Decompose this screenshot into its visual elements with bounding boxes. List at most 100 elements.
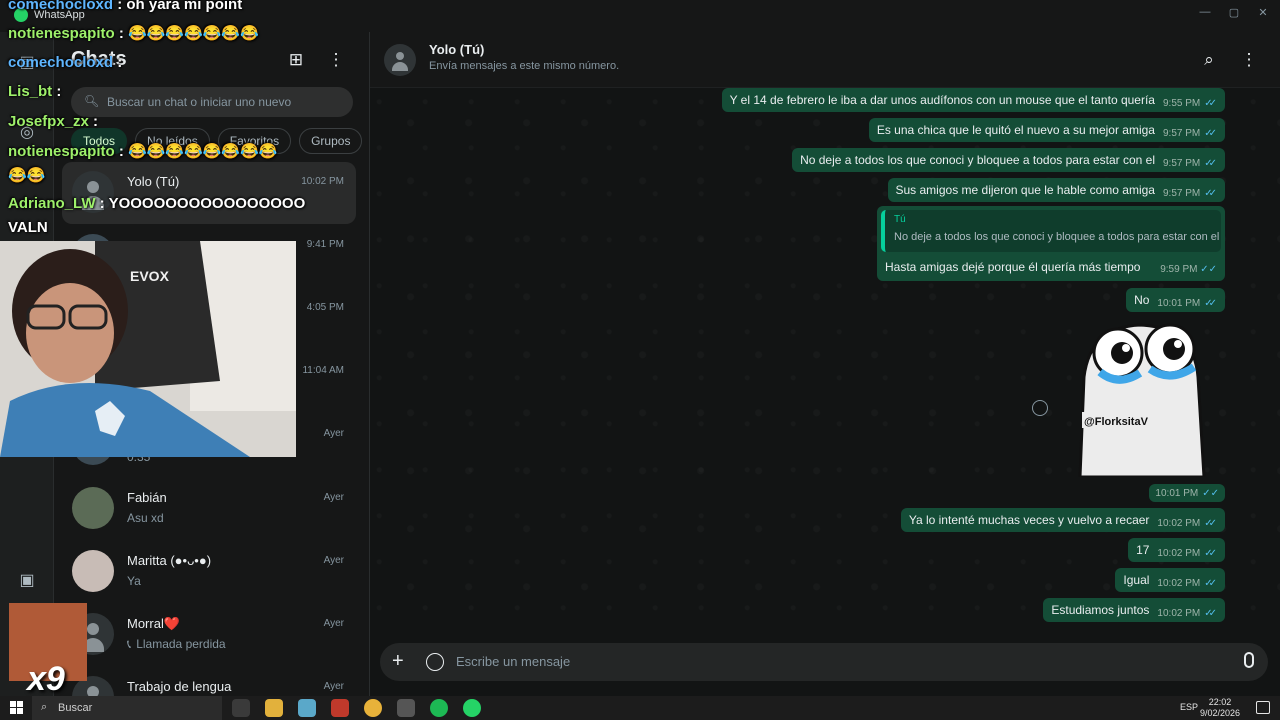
stream-chat-line: notienespapito : 😂😂😂😂😂😂😂 xyxy=(8,24,259,42)
webcam-overlay: EVOX xyxy=(0,241,296,457)
app-icon[interactable] xyxy=(298,699,316,717)
message-bubble[interactable]: Y el 14 de febrero le iba a dar unos aud… xyxy=(721,88,1225,112)
message-bubble[interactable]: Estudiamos juntos 10:02 PM ✓✓ xyxy=(1043,598,1225,622)
message-text: No deje a todos los que conoci y bloquee… xyxy=(800,153,1155,167)
whatsapp-icon[interactable] xyxy=(463,699,481,717)
clock[interactable]: 22:02 9/02/2026 xyxy=(1200,697,1240,719)
react-emoji-icon[interactable] xyxy=(1032,400,1048,416)
read-ticks-icon: ✓✓ xyxy=(1204,607,1217,619)
message-time: 9:57 PM xyxy=(1162,127,1201,139)
conversation-header[interactable]: Yolo (Tú) Envía mensajes a este mismo nú… xyxy=(370,32,1280,88)
chrome-icon[interactable] xyxy=(364,699,382,717)
notifications-icon[interactable] xyxy=(1256,701,1270,714)
message-time: 10:02 PM xyxy=(1157,517,1201,529)
filter-groups[interactable]: Grupos xyxy=(299,128,363,154)
read-ticks-icon: ✓✓ xyxy=(1204,297,1217,309)
message-bubble[interactable]: Sus amigos me dijeron que le hable como … xyxy=(887,178,1225,202)
sticker-picker-icon[interactable] xyxy=(426,653,444,671)
message-text: 17 xyxy=(1136,543,1150,557)
file-explorer-icon[interactable] xyxy=(265,699,283,717)
message-text: Es una chica que le quitó el nuevo a su … xyxy=(876,123,1155,137)
menu-icon[interactable]: ⋮ xyxy=(324,48,348,72)
microphone-icon[interactable] xyxy=(1244,652,1254,668)
stream-chat-line: 😂😂 xyxy=(8,166,45,184)
attach-plus-icon[interactable]: + xyxy=(392,651,404,671)
chat-username: notienespapito xyxy=(8,25,115,42)
missed-call-icon: 📞︎ xyxy=(127,637,132,651)
read-ticks-icon: ✓✓ xyxy=(1204,157,1217,169)
avatar xyxy=(72,487,114,529)
message-bubble[interactable]: No 10:01 PM ✓✓ xyxy=(1126,288,1225,312)
new-chat-icon[interactable]: ⊞ xyxy=(284,48,308,72)
stream-chat-line: Lis_bt : xyxy=(8,83,61,100)
language-indicator[interactable]: ESP xyxy=(1180,702,1198,712)
sticker-time: 10:01 PM ✓✓ xyxy=(1149,484,1225,502)
taskbar-search-label: Buscar xyxy=(58,702,93,714)
chat-time: Ayer xyxy=(323,681,344,692)
chat-row-yolo[interactable]: Yolo (Tú) 10:02 PM xyxy=(62,162,356,224)
chat-name: Morral❤️ xyxy=(127,616,181,631)
chat-last-message: Asu xd xyxy=(127,511,164,525)
message-time: 10:02 PM xyxy=(1157,577,1201,589)
windows-start-icon[interactable] xyxy=(10,701,23,714)
message-input[interactable]: Escribe un mensaje xyxy=(456,654,570,669)
media-icon[interactable]: ▣ xyxy=(15,568,39,592)
read-ticks-icon: ✓✓ xyxy=(1200,264,1217,275)
chat-text: : xyxy=(113,54,123,71)
chat-text: : xyxy=(52,83,62,100)
message-bubble[interactable]: Es una chica que le quitó el nuevo a su … xyxy=(868,118,1225,142)
app-window: WhatsApp — ▢ ✕ ▤ ◎ ▣ Chats ⊞ ⋮ 🔍︎ Buscar… xyxy=(0,0,1280,720)
read-ticks-icon: ✓✓ xyxy=(1204,547,1217,559)
message-composer: + Escribe un mensaje xyxy=(380,643,1268,681)
chat-text: : xyxy=(88,113,99,130)
contact-avatar[interactable] xyxy=(384,44,416,76)
chat-row-fabian[interactable]: Fabián Ayer Asu xd xyxy=(62,478,356,540)
clock-date: 9/02/2026 xyxy=(1199,708,1240,718)
message-bubble[interactable]: 17 10:02 PM ✓✓ xyxy=(1128,538,1225,562)
message-bubble[interactable]: No deje a todos los que conoci y bloquee… xyxy=(792,148,1225,172)
message-bubble[interactable]: Ya lo intenté muchas veces y vuelvo a re… xyxy=(900,508,1225,532)
spotify-icon[interactable] xyxy=(430,699,448,717)
message-time-text: 9:59 PM xyxy=(1160,264,1198,275)
read-ticks-icon: ✓✓ xyxy=(1204,127,1217,139)
search-input[interactable]: 🔍︎ Buscar un chat o iniciar uno nuevo xyxy=(71,87,353,117)
read-ticks-icon: ✓✓ xyxy=(1204,97,1217,109)
message-text: Hasta amigas dejé porque él quería más t… xyxy=(885,260,1141,274)
quoted-message[interactable]: Tú No deje a todos los que conoci y bloq… xyxy=(881,210,1221,252)
chat-username: comechocloxd xyxy=(8,0,114,13)
stream-chat-line: notienespapito : 😂😂😂😂😂😂😂😂 xyxy=(8,142,277,160)
sticker-florksita[interactable]: @FlorksitaV xyxy=(1070,317,1210,477)
chat-name: Fabián xyxy=(127,490,167,505)
contact-name: Yolo (Tú) xyxy=(429,42,485,57)
app-icon[interactable] xyxy=(331,699,349,717)
read-ticks-icon: ✓✓ xyxy=(1204,187,1217,199)
chat-text: 😂😂 xyxy=(8,167,46,184)
chat-time: Ayer xyxy=(323,428,344,439)
message-bubble[interactable]: Igual 10:02 PM ✓✓ xyxy=(1115,568,1225,592)
chat-row-trabajo[interactable]: Trabajo de lengua Ayer xyxy=(62,667,356,696)
chat-text: : 😂😂😂😂😂😂😂 xyxy=(114,25,259,42)
reply-message-bubble[interactable]: Tú No deje a todos los que conoci y bloq… xyxy=(877,206,1225,281)
search-icon: ⌕ xyxy=(41,701,48,713)
chair-brand-label: EVOX xyxy=(130,268,170,284)
chat-last-message: 📞︎ Llamada perdida xyxy=(127,637,226,652)
chat-text: : 😂😂😂😂😂😂😂😂 xyxy=(114,143,278,160)
chat-row-morral[interactable]: Morral❤️ Ayer 📞︎ Llamada perdida xyxy=(62,604,356,666)
stream-chat-line: comechocloxd : oh yara mi point xyxy=(8,0,242,13)
chat-time: 10:02 PM xyxy=(301,176,344,187)
chat-username: Josefpx_zx xyxy=(8,113,89,130)
search-icon[interactable]: ⌕ xyxy=(1197,48,1221,72)
menu-icon[interactable]: ⋮ xyxy=(1237,48,1261,72)
close-button[interactable]: ✕ xyxy=(1246,0,1280,24)
message-time: 9:57 PM xyxy=(1162,187,1201,199)
chat-name: Trabajo de lengua xyxy=(127,679,232,694)
task-view-icon[interactable] xyxy=(232,699,250,717)
chat-time: 4:05 PM xyxy=(306,302,344,313)
chat-row-maritta[interactable]: Maritta (●•ᴗ•●) Ayer Ya xyxy=(62,541,356,603)
quote-text: No deje a todos los que conoci y bloquee… xyxy=(894,231,1220,243)
chat-last-text: Llamada perdida xyxy=(136,637,226,651)
chat-text: : oh yara mi point xyxy=(113,0,243,13)
obs-icon[interactable] xyxy=(397,699,415,717)
stream-chat-line: comechocloxd : xyxy=(8,54,122,71)
taskbar-search[interactable]: ⌕ Buscar xyxy=(32,696,222,720)
